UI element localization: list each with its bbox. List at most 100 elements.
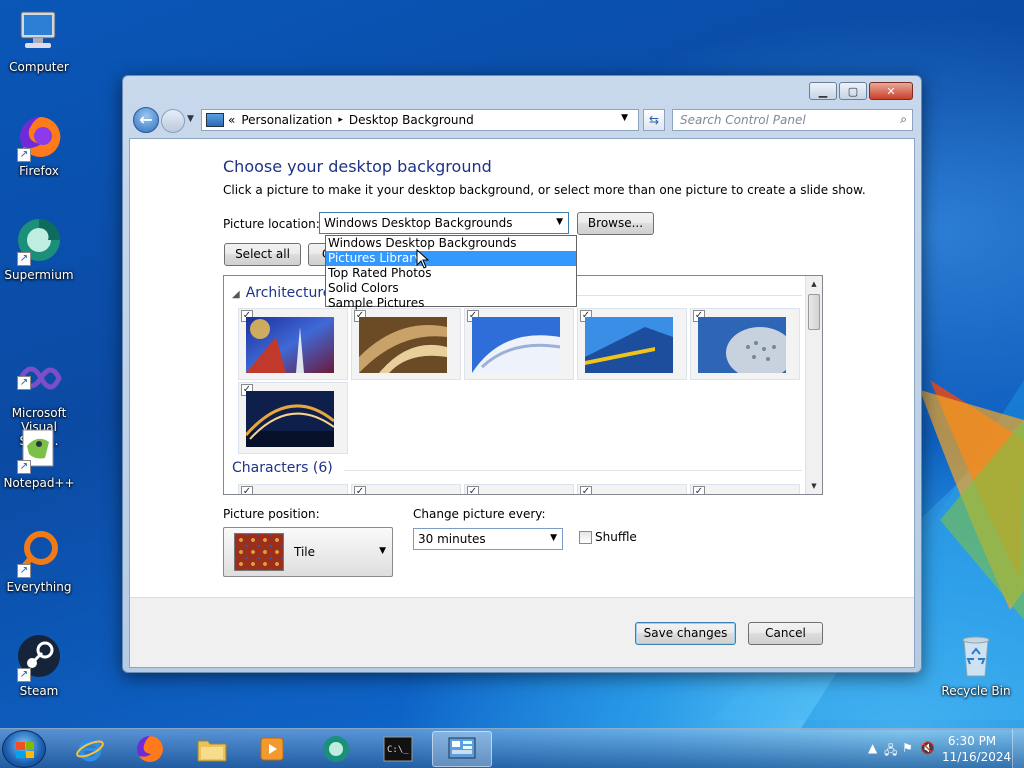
address-dropdown-icon[interactable]: ▼ <box>621 113 628 123</box>
show-hidden-icons-icon[interactable]: ▲ <box>868 741 877 755</box>
thumbnail-architecture-2[interactable]: ✓ <box>351 308 461 380</box>
page-title: Choose your desktop background <box>223 157 492 176</box>
chevron-down-icon: ▼ <box>379 546 386 556</box>
network-icon[interactable]: 🖧 <box>884 741 897 762</box>
minimize-icon: ▁ <box>818 84 828 98</box>
taskbar-supermium[interactable] <box>308 731 364 767</box>
architecture-photo-5 <box>698 317 786 373</box>
location-option[interactable]: Top Rated Photos <box>326 266 576 281</box>
footer-bar: Save changes Cancel <box>130 597 914 667</box>
thumbnail-characters-2[interactable]: ✓ <box>351 484 461 494</box>
location-option[interactable]: Windows Desktop Backgrounds <box>326 236 576 251</box>
taskbar-explorer[interactable] <box>184 731 240 767</box>
save-changes-button[interactable]: Save changes <box>635 622 736 645</box>
desktop-icon-supermium[interactable]: ↗ Supermium <box>0 216 78 282</box>
location-option-selected[interactable]: Pictures Library <box>326 251 576 266</box>
group-header-characters[interactable]: Characters (6) <box>232 460 333 476</box>
picture-location-value: Windows Desktop Backgrounds <box>324 216 513 230</box>
shuffle-label[interactable]: Shuffle <box>595 530 637 544</box>
group-header-architecture[interactable]: ◢ Architecture <box>232 285 331 301</box>
scroll-down-icon[interactable]: ▼ <box>806 478 822 494</box>
close-button[interactable]: ✕ <box>869 82 913 100</box>
picture-position-select[interactable]: Tile ▼ <box>223 527 393 577</box>
thumbnail-architecture-4[interactable]: ✓ <box>577 308 687 380</box>
taskbar-internet-explorer[interactable] <box>62 731 118 767</box>
thumbnail-checkbox[interactable]: ✓ <box>467 486 479 494</box>
breadcrumb-desktop-background[interactable]: Desktop Background <box>349 113 474 127</box>
picture-position-label: Picture position: <box>223 507 320 521</box>
thumbnail-architecture-5[interactable]: ✓ <box>690 308 800 380</box>
cancel-button[interactable]: Cancel <box>748 622 823 645</box>
picture-position-value: Tile <box>294 545 316 559</box>
search-input[interactable]: Search Control Panel ⌕ <box>672 109 913 131</box>
action-center-flag-icon[interactable]: ⚑ <box>902 741 913 755</box>
thumbnail-architecture-3[interactable]: ✓ <box>464 308 574 380</box>
thumbnail-characters-5[interactable]: ✓ <box>690 484 800 494</box>
gallery-scrollbar[interactable]: ▲ ▼ <box>805 276 822 494</box>
shuffle-checkbox[interactable] <box>579 531 592 544</box>
shortcut-arrow-icon: ↗ <box>17 376 31 390</box>
clock[interactable]: 6:30 PM 11/16/2024 <box>942 733 1011 765</box>
close-icon: ✕ <box>886 84 896 98</box>
firefox-icon <box>137 736 163 762</box>
taskbar-firefox[interactable] <box>122 731 178 767</box>
thumbnail-architecture-1[interactable]: ✓ <box>238 308 348 380</box>
desktop-icon-notepadpp[interactable]: ↗ Notepad++ <box>0 424 78 490</box>
location-option[interactable]: Sample Pictures <box>326 296 576 311</box>
shortcut-arrow-icon: ↗ <box>17 668 31 682</box>
desktop-icon-firefox[interactable]: ↗ Firefox <box>0 112 78 178</box>
forward-button[interactable] <box>161 109 185 133</box>
maximize-button[interactable]: ▢ <box>839 82 867 100</box>
thumbnail-checkbox[interactable]: ✓ <box>241 486 253 494</box>
desktop-icon-computer[interactable]: Computer <box>0 8 78 74</box>
address-bar[interactable]: « Personalization ▸ Desktop Background ▼ <box>201 109 639 131</box>
page-description: Click a picture to make it your desktop … <box>223 183 866 197</box>
thumbnail-checkbox[interactable]: ✓ <box>354 486 366 494</box>
thumbnail-characters-1[interactable]: ✓ <box>238 484 348 494</box>
media-player-icon <box>260 737 284 761</box>
notepadpp-icon: ↗ <box>15 424 63 474</box>
thumbnail-checkbox[interactable]: ✓ <box>693 486 705 494</box>
browse-button[interactable]: Browse... <box>577 212 654 235</box>
thumbnail-characters-4[interactable]: ✓ <box>577 484 687 494</box>
minimize-button[interactable]: ▁ <box>809 82 837 100</box>
recent-pages-button[interactable]: ▼ <box>187 114 194 124</box>
thumbnail-characters-3[interactable]: ✓ <box>464 484 574 494</box>
taskbar-command-prompt[interactable]: C:\_ <box>370 731 426 767</box>
taskbar-control-panel[interactable] <box>432 731 492 767</box>
refresh-button[interactable]: ⇆ <box>643 109 665 131</box>
breadcrumb-personalization[interactable]: Personalization <box>241 113 332 127</box>
back-button[interactable]: ← <box>133 107 159 133</box>
explorer-folder-icon <box>197 740 227 762</box>
picture-location-select[interactable]: Windows Desktop Backgrounds ▼ <box>319 212 569 234</box>
internet-explorer-icon <box>76 738 104 762</box>
thumbnail-checkbox[interactable]: ✓ <box>580 486 592 494</box>
shortcut-arrow-icon: ↗ <box>17 460 31 474</box>
clock-time: 6:30 PM <box>947 734 997 748</box>
back-arrow-icon: ← <box>139 110 153 129</box>
location-option[interactable]: Solid Colors <box>326 281 576 296</box>
desktop-icon-steam[interactable]: ↗ Steam <box>0 632 78 698</box>
desktop-background-window: ▁ ▢ ✕ ← ▼ « Personalization ▸ Desktop Ba… <box>122 75 922 673</box>
chevron-down-icon: ▼ <box>550 533 557 543</box>
cmd-icon: C:\_ <box>383 736 413 762</box>
change-picture-interval-select[interactable]: 30 minutes ▼ <box>413 528 563 550</box>
scroll-up-icon[interactable]: ▲ <box>806 276 822 292</box>
thumbnail-architecture-6[interactable]: ✓ <box>238 382 348 454</box>
show-desktop-button[interactable] <box>1012 729 1024 768</box>
control-panel-icon <box>206 113 224 127</box>
mouse-cursor-icon <box>416 249 430 269</box>
desktop-icon-everything[interactable]: ↗ Everything <box>0 528 78 594</box>
volume-muted-icon[interactable]: 🔇 <box>920 741 935 755</box>
navigation-bar: ← ▼ « Personalization ▸ Desktop Backgrou… <box>131 106 913 134</box>
select-all-button[interactable]: Select all <box>224 243 301 266</box>
scrollbar-thumb[interactable] <box>808 294 820 330</box>
breadcrumb-separator-icon[interactable]: ▸ <box>338 115 343 125</box>
start-button[interactable] <box>2 730 46 768</box>
architecture-photo-3 <box>472 317 560 373</box>
taskbar-media-player[interactable] <box>244 731 300 767</box>
address-overflow-chevron[interactable]: « <box>228 113 235 127</box>
desktop-icon-label: Supermium <box>4 268 74 282</box>
architecture-photo-1 <box>246 317 334 373</box>
desktop-icon-recycle-bin[interactable]: Recycle Bin <box>936 632 1016 698</box>
